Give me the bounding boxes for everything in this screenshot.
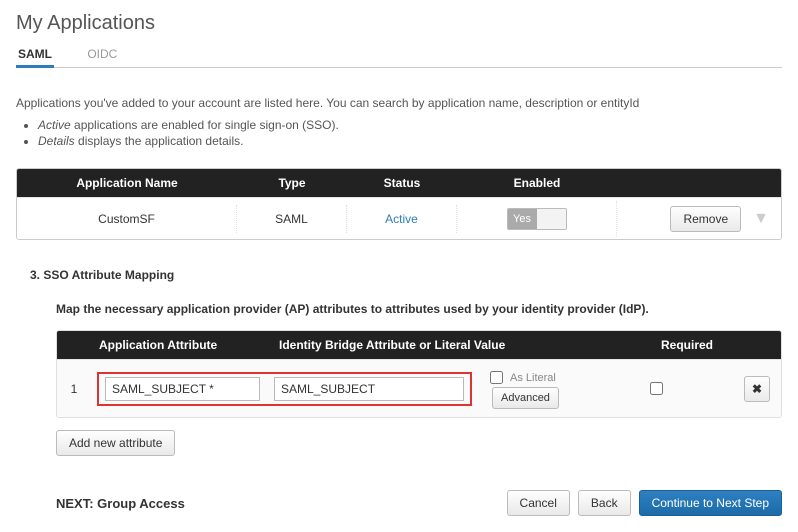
intro-lead: Applications you've added to your accoun… <box>16 96 782 110</box>
attribute-mapping-table: Application Attribute Identity Bridge At… <box>56 330 782 418</box>
next-step-label: NEXT: Group Access <box>56 496 185 511</box>
app-type-cell: SAML <box>237 205 347 233</box>
intro-bullet-text: applications are enabled for single sign… <box>71 118 339 132</box>
tab-oidc[interactable]: OIDC <box>85 41 119 67</box>
intro-bullet-em: Active <box>38 118 71 132</box>
col-required: Required <box>641 331 733 359</box>
close-icon: ✖ <box>752 382 762 396</box>
col-application-attribute: Application Attribute <box>91 331 271 359</box>
attribute-row: 1 As Literal Advanced ✖ <box>57 359 781 417</box>
tab-saml[interactable]: SAML <box>16 41 54 67</box>
identity-bridge-attribute-input[interactable] <box>274 377 464 401</box>
intro-bullet: Active applications are enabled for sing… <box>38 118 782 132</box>
application-row: CustomSF SAML Active Yes Remove ▼ <box>17 197 781 239</box>
step-title: SSO Attribute Mapping <box>43 268 174 282</box>
continue-button[interactable]: Continue to Next Step <box>639 490 782 516</box>
as-literal-checkbox[interactable] <box>490 371 503 384</box>
page-title: My Applications <box>16 12 782 35</box>
intro-bullet: Details displays the application details… <box>38 134 782 148</box>
add-new-attribute-button[interactable]: Add new attribute <box>56 430 175 456</box>
step-subtext: Map the necessary application provider (… <box>56 302 782 316</box>
expand-row-icon[interactable]: ▼ <box>753 210 769 228</box>
toggle-off-label <box>537 209 566 229</box>
remove-button[interactable]: Remove <box>670 206 741 232</box>
enabled-toggle[interactable]: Yes <box>507 208 567 230</box>
col-identity-bridge-attribute: Identity Bridge Attribute or Literal Val… <box>271 331 541 359</box>
app-status-link[interactable]: Active <box>385 212 418 226</box>
tabs: SAML OIDC <box>16 41 782 68</box>
footer: NEXT: Group Access Cancel Back Continue … <box>16 490 782 516</box>
required-checkbox[interactable] <box>650 382 663 395</box>
intro-bullet-text: displays the application details. <box>75 134 244 148</box>
intro-bullets: Active applications are enabled for sing… <box>20 118 782 148</box>
delete-row-button[interactable]: ✖ <box>744 376 770 402</box>
as-literal-label: As Literal <box>510 372 556 384</box>
step-number: 3. <box>30 268 40 282</box>
advanced-button[interactable]: Advanced <box>492 387 559 409</box>
col-enabled: Enabled <box>457 169 617 197</box>
col-application-name: Application Name <box>17 169 237 197</box>
col-type: Type <box>237 169 347 197</box>
col-status: Status <box>347 169 457 197</box>
applications-table-header: Application Name Type Status Enabled <box>17 169 781 197</box>
step-heading: 3. SSO Attribute Mapping <box>30 268 782 282</box>
cancel-button[interactable]: Cancel <box>507 490 570 516</box>
app-name-cell: CustomSF <box>17 205 237 233</box>
intro-bullet-em: Details <box>38 134 75 148</box>
highlighted-attribute-inputs <box>97 372 472 406</box>
attribute-row-index: 1 <box>57 380 91 398</box>
application-attribute-input[interactable] <box>105 377 260 401</box>
back-button[interactable]: Back <box>578 490 631 516</box>
applications-table: Application Name Type Status Enabled Cus… <box>16 168 782 240</box>
toggle-on-label: Yes <box>508 209 537 229</box>
attribute-table-header: Application Attribute Identity Bridge At… <box>57 331 781 359</box>
